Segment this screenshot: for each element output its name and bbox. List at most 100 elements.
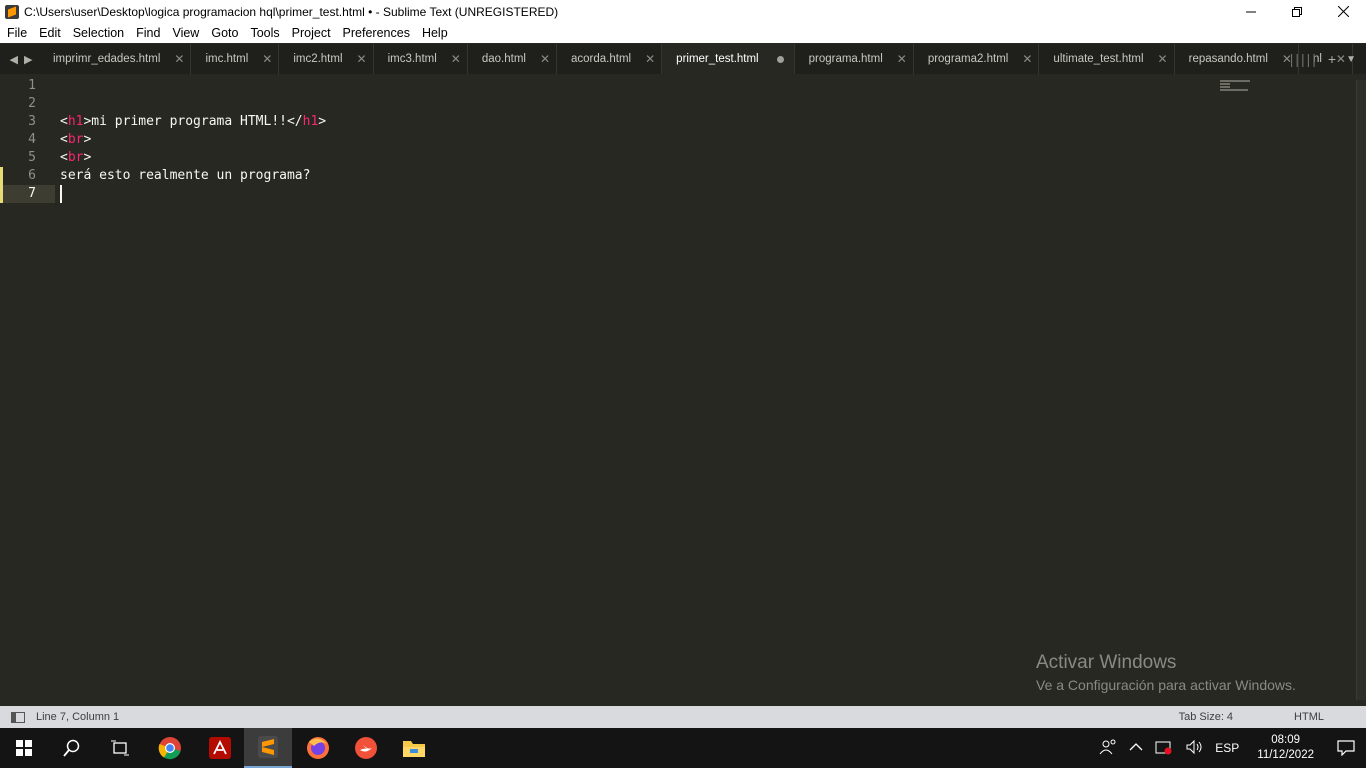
menu-item-project[interactable]: Project <box>285 26 336 40</box>
tab-imc3-html[interactable]: imc3.html ✕ <box>374 44 468 74</box>
line-number: 3 <box>28 114 36 129</box>
network-status-icon[interactable] <box>1155 739 1173 758</box>
search-button[interactable] <box>48 728 96 768</box>
tab-dao-html[interactable]: dao.html ✕ <box>468 44 558 74</box>
tab-size-selector[interactable]: Tab Size: 4 <box>1179 711 1233 723</box>
code-text: será esto realmente un programa? <box>60 168 311 183</box>
gutter-row: 5 <box>0 149 56 167</box>
start-button[interactable] <box>0 728 48 768</box>
volume-icon[interactable] <box>1185 739 1203 758</box>
people-icon[interactable] <box>1099 739 1117 758</box>
tab-imprimr_edades-html[interactable]: imprimr_edades.html ✕ <box>42 44 192 74</box>
tab-list-dropdown-icon[interactable]: ▼ <box>1346 54 1356 65</box>
tab-prev-icon[interactable]: ◀ <box>10 53 18 66</box>
code-line[interactable]: será esto realmente un programa? <box>60 167 310 185</box>
swift-icon <box>355 737 377 759</box>
line-number: 7 <box>28 186 36 201</box>
window-title: C:\Users\user\Desktop\logica programacio… <box>24 4 559 19</box>
tab-close-icon[interactable]: ✕ <box>897 52 907 66</box>
swift-button[interactable] <box>342 728 390 768</box>
tab-list: imprimr_edades.html ✕ imc.html ✕ imc2.html ✕ i… <box>42 44 1353 74</box>
code-text: > <box>318 114 327 129</box>
tab-next-icon[interactable]: ▶ <box>24 53 32 66</box>
tab-close-icon[interactable]: ✕ <box>1158 52 1168 66</box>
html-tag-name: h1 <box>302 114 319 129</box>
tab-label: primer_test.html <box>676 53 759 65</box>
watermark-subtitle: Ve a Configuración para activar Windows. <box>1036 677 1296 693</box>
chrome-button[interactable] <box>146 728 194 768</box>
acrobat-icon <box>209 737 231 759</box>
menu-item-edit[interactable]: Edit <box>32 26 66 40</box>
notification-icon <box>1337 740 1355 756</box>
menu-item-preferences[interactable]: Preferences <box>336 26 415 40</box>
modified-line-marker <box>0 185 3 203</box>
sublime-taskbar-button[interactable] <box>244 728 292 768</box>
minimize-icon <box>1246 11 1256 12</box>
menu-item-selection[interactable]: Selection <box>66 26 129 40</box>
show-hidden-icons-icon[interactable] <box>1129 741 1143 755</box>
code-text: >mi primer programa HTML!!</ <box>83 114 303 129</box>
language-indicator[interactable]: ESP <box>1215 741 1239 755</box>
tab-ultimate_test-html[interactable]: ultimate_test.html ✕ <box>1039 44 1175 74</box>
tab-label: imprimr_edades.html <box>53 53 161 65</box>
line-number: 5 <box>28 150 36 165</box>
tab-label: repasando.html <box>1188 53 1268 65</box>
maximize-button[interactable] <box>1274 0 1320 23</box>
tab-programa-html[interactable]: programa.html ✕ <box>795 44 914 74</box>
code-editor[interactable]: 1 2 3 <h1>mi primer programa HTML!!</h1> 4 <b… <box>0 74 1366 706</box>
tab-close-icon[interactable]: ✕ <box>1022 52 1032 66</box>
tab-close-icon[interactable]: ✕ <box>262 52 272 66</box>
menu-item-view[interactable]: View <box>165 26 204 40</box>
html-tag-name: br <box>67 150 84 165</box>
menu-item-find[interactable]: Find <box>129 26 165 40</box>
tab-acorda-html[interactable]: acorda.html ✕ <box>557 44 663 74</box>
minimap[interactable] <box>1220 80 1254 92</box>
tab-programa2-html[interactable]: programa2.html ✕ <box>914 44 1040 74</box>
file-explorer-button[interactable] <box>390 728 438 768</box>
tab-close-icon[interactable]: ✕ <box>645 52 655 66</box>
activation-watermark: Activar Windows Ve a Configuración para … <box>1036 652 1296 693</box>
tab-primer_test-html[interactable]: primer_test.html <box>662 44 795 74</box>
tab-repasando-html[interactable]: repasando.html ✕ <box>1175 44 1299 74</box>
tab-close-icon[interactable]: ✕ <box>357 52 367 66</box>
tab-close-icon[interactable]: ✕ <box>174 52 184 66</box>
tab-label: programa2.html <box>927 53 1009 65</box>
acrobat-button[interactable] <box>196 728 244 768</box>
clock[interactable]: 08:09 11/12/2022 <box>1257 733 1314 763</box>
task-view-button[interactable] <box>96 728 144 768</box>
code-line[interactable]: <h1>mi primer programa HTML!!</h1> <box>60 113 326 131</box>
menu-item-tools[interactable]: Tools <box>243 26 284 40</box>
task-view-icon <box>111 740 129 756</box>
line-number: 2 <box>28 96 36 111</box>
close-button[interactable] <box>1320 0 1366 23</box>
tab-imc2-html[interactable]: imc2.html ✕ <box>279 44 374 74</box>
tab-label: ultimate_test.html <box>1053 53 1144 65</box>
code-text: > <box>83 132 92 147</box>
clock-date: 11/12/2022 <box>1257 749 1314 761</box>
minimize-button[interactable] <box>1228 0 1274 23</box>
tab-label: dao.html <box>481 53 526 65</box>
tab-label: programa.html <box>808 53 883 65</box>
tab-close-icon[interactable]: ✕ <box>451 52 461 66</box>
action-center-button[interactable] <box>1326 728 1366 768</box>
tab-imc-html[interactable]: imc.html ✕ <box>191 44 280 74</box>
line-number: 1 <box>28 78 36 93</box>
status-bar: Line 7, Column 1 Tab Size: 4 HTML <box>0 706 1366 728</box>
gutter-row: 6 <box>0 167 56 185</box>
menu-item-help[interactable]: Help <box>415 26 453 40</box>
sidebar-toggle-icon[interactable] <box>11 711 25 723</box>
menu-bar: File Edit Selection Find View Goto Tools Projec… <box>0 23 1366 43</box>
unsaved-dot-icon[interactable] <box>776 55 784 63</box>
syntax-selector[interactable]: HTML <box>1294 711 1324 723</box>
code-text: > <box>83 150 92 165</box>
code-line[interactable]: <br> <box>60 149 91 167</box>
firefox-button[interactable] <box>294 728 342 768</box>
code-line[interactable]: <br> <box>60 131 91 149</box>
new-tab-icon[interactable]: + <box>1328 51 1336 67</box>
tab-close-icon[interactable]: ✕ <box>540 52 550 66</box>
vertical-scrollbar[interactable] <box>1356 80 1366 700</box>
menu-item-file[interactable]: File <box>0 26 32 40</box>
menu-item-goto[interactable]: Goto <box>204 26 243 40</box>
modified-line-marker <box>0 167 3 185</box>
title-bar: C:\Users\user\Desktop\logica programacio… <box>0 0 1366 23</box>
